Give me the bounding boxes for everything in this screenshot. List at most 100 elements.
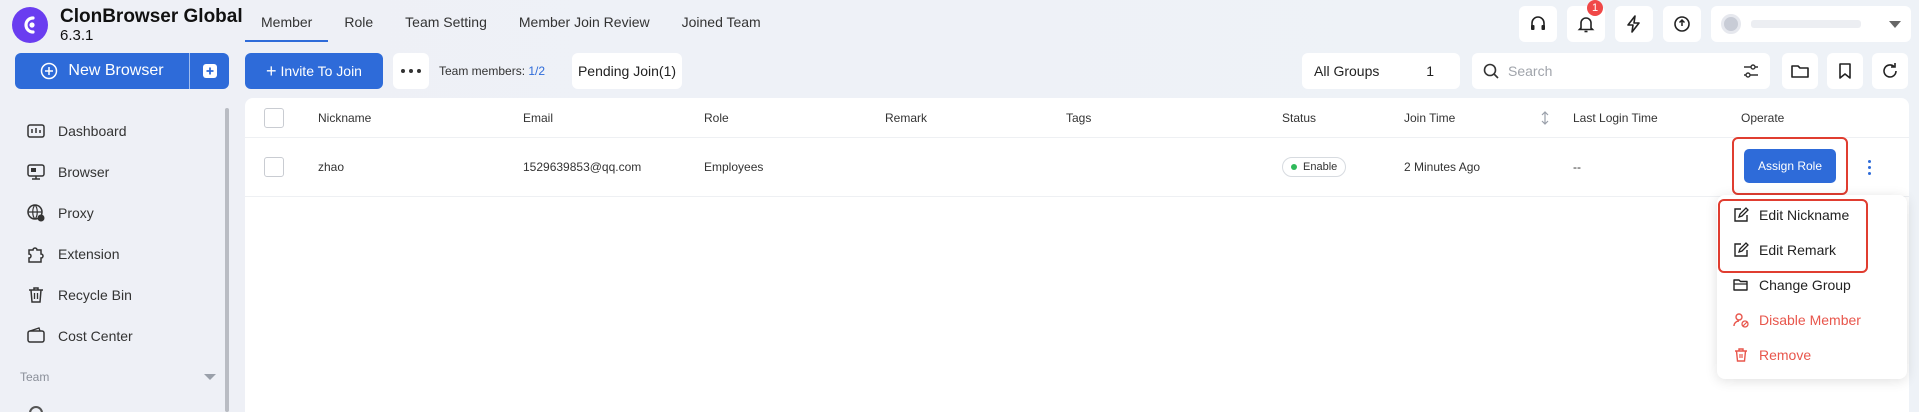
sidebar-item-recycle-bin[interactable]: Recycle Bin — [0, 274, 230, 315]
assign-role-highlight: Assign Role — [1732, 137, 1848, 195]
plus-circle-icon — [41, 62, 58, 80]
team-members-label: Team members: — [439, 64, 526, 78]
menu-item-change-group[interactable]: Change Group — [1733, 274, 1851, 296]
team-item-icon — [29, 406, 43, 412]
app-version: 6.3.1 — [60, 27, 94, 44]
user-disable-icon — [1733, 313, 1749, 328]
column-remark: Remark — [885, 110, 928, 125]
puzzle-icon — [28, 246, 44, 263]
group-select[interactable]: All Groups 1 — [1302, 53, 1460, 89]
menu-item-remove[interactable]: Remove — [1733, 344, 1811, 366]
group-select-value: All Groups — [1314, 63, 1380, 79]
globe-icon — [27, 203, 45, 221]
browser-icon — [27, 163, 45, 180]
search-box — [1472, 53, 1770, 89]
wallet-icon — [27, 326, 45, 343]
sidebar-item-proxy[interactable]: Proxy — [0, 192, 230, 233]
column-email: Email — [523, 110, 554, 125]
table-row: zhao 1529639853@qq.com Employees Enable … — [245, 137, 1909, 197]
sidebar-item-cost-center[interactable]: Cost Center — [0, 315, 230, 356]
row-nickname: zhao — [318, 160, 345, 174]
tab-team-setting[interactable]: Team Setting — [389, 0, 503, 42]
bookmark-icon — [1839, 63, 1851, 79]
notifications-button[interactable]: 1 — [1567, 0, 1605, 42]
search-icon — [1483, 63, 1499, 79]
sidebar-item-label: Extension — [58, 245, 120, 262]
assign-role-button[interactable]: Assign Role — [1744, 149, 1836, 183]
tab-member-join-review[interactable]: Member Join Review — [503, 0, 666, 42]
folder-button[interactable] — [1782, 53, 1818, 89]
quick-add-button[interactable] — [189, 53, 229, 89]
tab-member[interactable]: Member — [245, 0, 329, 42]
team-section-label: Team — [20, 370, 50, 384]
column-tags: Tags — [1066, 110, 1092, 125]
status-dot-icon — [1291, 164, 1297, 170]
menu-item-disable-member[interactable]: Disable Member — [1733, 309, 1861, 331]
avatar — [1721, 14, 1741, 34]
clonbrowser-logo-icon — [12, 7, 48, 43]
sync-icon — [1674, 16, 1690, 32]
team-members-count: 1/2 — [528, 64, 546, 78]
chevron-down-icon — [1889, 20, 1901, 28]
row-join-time: 2 Minutes Ago — [1404, 160, 1481, 174]
column-status: Status — [1282, 110, 1317, 125]
sync-button[interactable] — [1663, 6, 1701, 42]
row-checkbox[interactable] — [264, 157, 284, 177]
trash-icon — [29, 286, 43, 303]
filter-sliders-icon[interactable] — [1742, 62, 1760, 80]
invite-to-join-button[interactable]: + Invite To Join — [245, 53, 383, 89]
plus-icon: + — [266, 61, 277, 81]
sidebar-scrollbar[interactable] — [225, 108, 229, 412]
tab-role[interactable]: Role — [328, 0, 389, 42]
search-input[interactable] — [1508, 63, 1742, 79]
sidebar-item-label: Proxy — [58, 204, 94, 221]
column-last-login-time: Last Login Time — [1573, 110, 1658, 125]
header-actions: 1 — [1509, 0, 1911, 42]
brand: ClonBrowser Global 6.3.1 — [12, 6, 243, 44]
row-email: 1529639853@qq.com — [523, 160, 642, 174]
app-name: ClonBrowser Global — [60, 6, 243, 27]
sidebar: ClonBrowser Global 6.3.1 New Browser Das… — [0, 0, 245, 412]
sort-button[interactable] — [1540, 98, 1550, 137]
team-members-info: Team members: 1/2 — [439, 64, 545, 78]
team-section-toggle[interactable] — [204, 374, 216, 380]
tab-joined-team[interactable]: Joined Team — [666, 0, 777, 42]
sidebar-nav: Dashboard Browser Proxy Extension Recycl… — [0, 110, 230, 356]
pending-join-button[interactable]: Pending Join(1) — [572, 53, 682, 89]
bell-icon — [1577, 17, 1595, 33]
more-actions-button[interactable] — [393, 53, 429, 89]
sort-icon — [1541, 110, 1549, 125]
user-menu[interactable] — [1711, 6, 1911, 42]
table-header: Nickname Email Role Remark Tags Status J… — [245, 98, 1909, 138]
row-role: Employees — [704, 160, 764, 174]
column-join-time: Join Time — [1404, 110, 1456, 125]
sidebar-item-label: Cost Center — [58, 327, 133, 344]
select-all-checkbox[interactable] — [264, 107, 284, 128]
new-browser-label: New Browser — [68, 62, 164, 79]
sidebar-item-extension[interactable]: Extension — [0, 233, 230, 274]
add-square-icon — [202, 64, 217, 78]
status-badge: Enable — [1282, 157, 1347, 177]
lightning-icon — [1627, 15, 1640, 33]
refresh-button[interactable] — [1872, 53, 1908, 89]
refresh-icon — [1883, 63, 1897, 78]
sidebar-item-browser[interactable]: Browser — [0, 151, 230, 192]
column-nickname: Nickname — [318, 110, 372, 125]
top-tabs: Member Role Team Setting Member Join Rev… — [245, 0, 777, 42]
new-browser-button-group: New Browser — [15, 53, 229, 89]
bookmark-button[interactable] — [1827, 53, 1863, 89]
quick-action-button[interactable] — [1615, 6, 1653, 42]
group-count: 1 — [1426, 63, 1434, 79]
sidebar-item-label: Dashboard — [58, 122, 127, 139]
dashboard-icon — [27, 123, 45, 138]
row-more-button[interactable] — [1859, 138, 1879, 196]
column-role: Role — [704, 110, 729, 125]
menu-item-label: Change Group — [1759, 277, 1851, 293]
column-operate: Operate — [1741, 110, 1785, 125]
new-browser-button[interactable]: New Browser — [15, 53, 189, 89]
invite-label: Invite To Join — [280, 63, 362, 79]
support-button[interactable] — [1519, 6, 1557, 42]
folder-open-icon — [1733, 279, 1748, 291]
menu-item-label: Remove — [1759, 347, 1812, 363]
sidebar-item-dashboard[interactable]: Dashboard — [0, 110, 230, 151]
